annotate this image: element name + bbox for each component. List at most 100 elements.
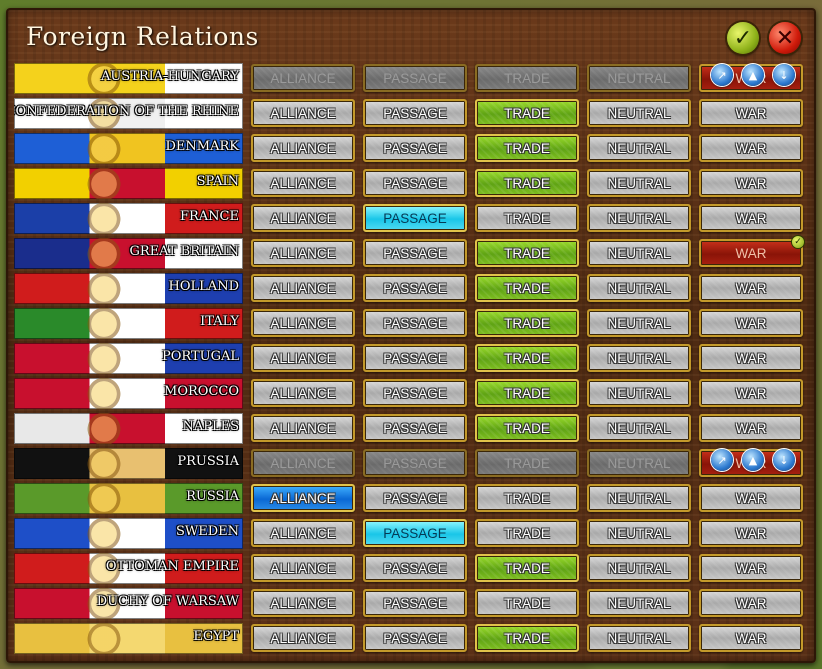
confirm-checkmark-button[interactable]: ✓ [727, 22, 759, 54]
neutral-button[interactable]: NEUTRAL [587, 99, 691, 127]
nation-flag: HOLLAND [14, 273, 243, 304]
trade-button[interactable]: TRADE [475, 554, 579, 582]
neutral-button: NEUTRAL [587, 449, 691, 477]
passage-button[interactable]: PASSAGE [363, 99, 467, 127]
neutral-button[interactable]: NEUTRAL [587, 274, 691, 302]
neutral-button[interactable]: NEUTRAL [587, 624, 691, 652]
trade-button[interactable]: TRADE [475, 204, 579, 232]
war-button[interactable]: WAR [699, 134, 803, 162]
neutral-button[interactable]: NEUTRAL [587, 414, 691, 442]
trade-button[interactable]: TRADE [475, 379, 579, 407]
war-button[interactable]: WAR [699, 169, 803, 197]
alliance-button[interactable]: ALLIANCE [251, 274, 355, 302]
neutral-button[interactable]: NEUTRAL [587, 239, 691, 267]
trade-button[interactable]: TRADE [475, 274, 579, 302]
war-button[interactable]: WAR [699, 624, 803, 652]
nation-name: EGYPT [193, 629, 239, 644]
alliance-button[interactable]: ALLIANCE [251, 204, 355, 232]
trade-button[interactable]: TRADE [475, 344, 579, 372]
alliance-button[interactable]: ALLIANCE [251, 589, 355, 617]
passage-button[interactable]: PASSAGE [363, 274, 467, 302]
alliance-button[interactable]: ALLIANCE [251, 414, 355, 442]
war-button[interactable]: WAR [699, 274, 803, 302]
neutral-button[interactable]: NEUTRAL [587, 309, 691, 337]
neutral-button[interactable]: NEUTRAL [587, 344, 691, 372]
war-action-icon[interactable]: ↓ [773, 449, 795, 471]
neutral-button[interactable]: NEUTRAL [587, 484, 691, 512]
passage-button[interactable]: PASSAGE [363, 414, 467, 442]
passage-button[interactable]: PASSAGE [363, 589, 467, 617]
alliance-button[interactable]: ALLIANCE [251, 239, 355, 267]
coat-of-arms-icon [74, 413, 134, 444]
nation-name: HOLLAND [168, 279, 239, 294]
trade-button[interactable]: TRADE [475, 309, 579, 337]
war-button[interactable]: WAR [699, 484, 803, 512]
war-action-icon[interactable]: ↗ [711, 64, 733, 86]
neutral-button[interactable]: NEUTRAL [587, 379, 691, 407]
passage-button[interactable]: PASSAGE [363, 379, 467, 407]
passage-button[interactable]: PASSAGE [363, 239, 467, 267]
trade-button[interactable]: TRADE [475, 99, 579, 127]
nation-flag: GREAT BRITAIN [14, 238, 243, 269]
alliance-button[interactable]: ALLIANCE [251, 379, 355, 407]
war-button[interactable]: WAR ↗ ▲ ↓ [699, 64, 803, 92]
war-button[interactable]: WAR [699, 204, 803, 232]
passage-button[interactable]: PASSAGE [363, 484, 467, 512]
button-label: TRADE [504, 455, 550, 471]
war-button[interactable]: WAR [699, 379, 803, 407]
alliance-button[interactable]: ALLIANCE [251, 554, 355, 582]
passage-button[interactable]: PASSAGE [363, 344, 467, 372]
neutral-button[interactable]: NEUTRAL [587, 554, 691, 582]
neutral-button[interactable]: NEUTRAL [587, 519, 691, 547]
war-action-icon[interactable]: ↗ [711, 449, 733, 471]
close-button[interactable]: ✕ [769, 22, 801, 54]
button-label: WAR [735, 350, 767, 366]
war-button[interactable]: WAR [699, 414, 803, 442]
nation-flag: CONFEDERATION OF THE RHINE [14, 98, 243, 129]
nation-flag: RUSSIA [14, 483, 243, 514]
trade-button[interactable]: TRADE [475, 169, 579, 197]
neutral-button[interactable]: NEUTRAL [587, 134, 691, 162]
war-button[interactable]: WAR ✓ [699, 236, 804, 267]
war-button[interactable]: WAR [699, 99, 803, 127]
war-action-icon[interactable]: ↓ [773, 64, 795, 86]
alliance-button[interactable]: ALLIANCE [251, 134, 355, 162]
alliance-button[interactable]: ALLIANCE [251, 309, 355, 337]
war-button[interactable]: WAR ↗ ▲ ↓ [699, 449, 803, 477]
trade-button[interactable]: TRADE [475, 519, 579, 547]
war-button[interactable]: WAR [699, 554, 803, 582]
button-label: NEUTRAL [607, 490, 671, 506]
button-label: TRADE [504, 385, 550, 401]
alliance-button[interactable]: ALLIANCE [251, 519, 355, 547]
war-button[interactable]: WAR [699, 519, 803, 547]
button-label: PASSAGE [383, 280, 447, 296]
alliance-button[interactable]: ALLIANCE [251, 169, 355, 197]
button-label: PASSAGE [383, 70, 447, 86]
passage-button[interactable]: PASSAGE [363, 554, 467, 582]
passage-button[interactable]: PASSAGE [363, 624, 467, 652]
neutral-button[interactable]: NEUTRAL [587, 589, 691, 617]
war-button[interactable]: WAR [699, 589, 803, 617]
alliance-button[interactable]: ALLIANCE [251, 484, 355, 512]
alliance-button[interactable]: ALLIANCE [251, 624, 355, 652]
passage-button[interactable]: PASSAGE [363, 169, 467, 197]
button-label: NEUTRAL [607, 105, 671, 121]
button-label: TRADE [504, 280, 550, 296]
button-label: NEUTRAL [607, 70, 671, 86]
alliance-button[interactable]: ALLIANCE [251, 344, 355, 372]
trade-button[interactable]: TRADE [475, 134, 579, 162]
passage-button[interactable]: PASSAGE [363, 519, 467, 547]
trade-button[interactable]: TRADE [475, 414, 579, 442]
trade-button[interactable]: TRADE [475, 484, 579, 512]
war-button[interactable]: WAR [699, 344, 803, 372]
neutral-button[interactable]: NEUTRAL [587, 204, 691, 232]
trade-button[interactable]: TRADE [475, 589, 579, 617]
neutral-button[interactable]: NEUTRAL [587, 169, 691, 197]
passage-button[interactable]: PASSAGE [363, 204, 467, 232]
passage-button[interactable]: PASSAGE [363, 309, 467, 337]
war-button[interactable]: WAR [699, 309, 803, 337]
alliance-button[interactable]: ALLIANCE [251, 99, 355, 127]
passage-button[interactable]: PASSAGE [363, 134, 467, 162]
trade-button[interactable]: TRADE [475, 624, 579, 652]
trade-button[interactable]: TRADE [475, 239, 579, 267]
